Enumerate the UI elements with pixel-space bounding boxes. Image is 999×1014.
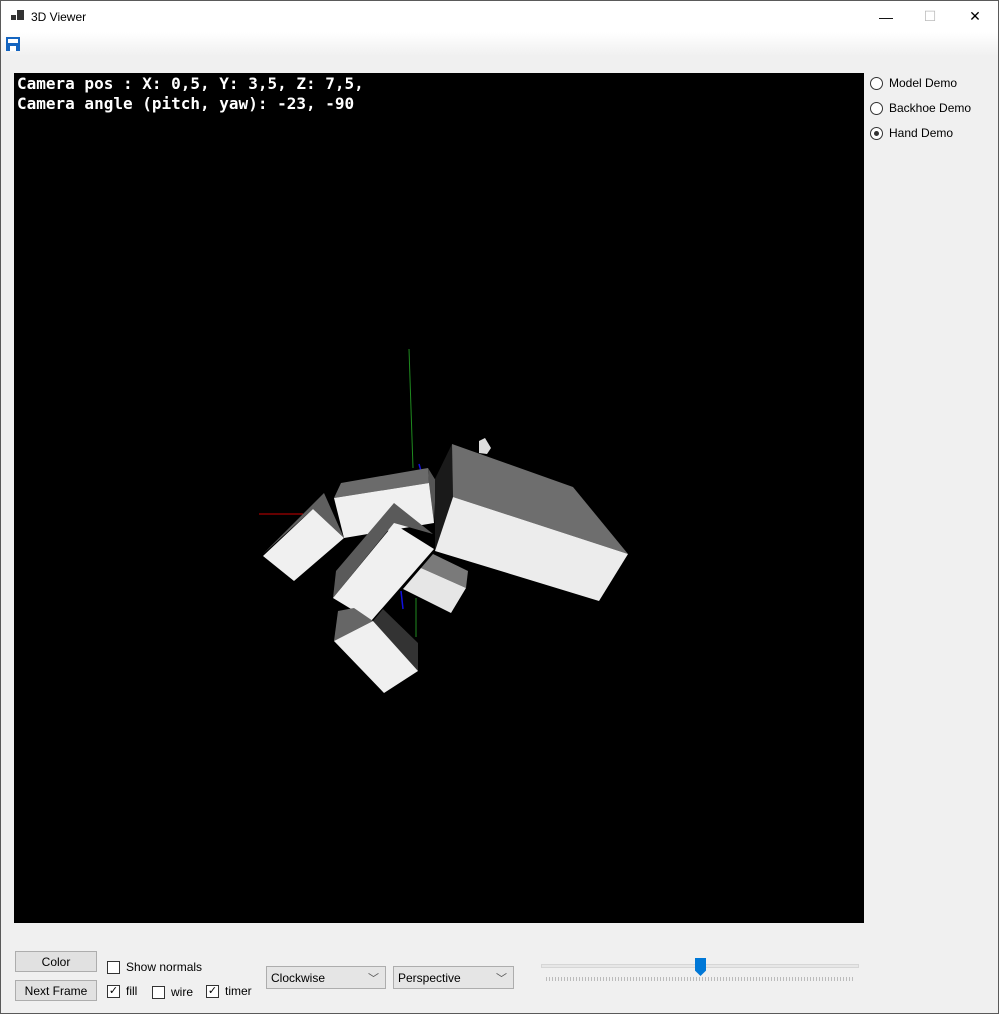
show-normals-checkbox[interactable]: Show normals bbox=[107, 960, 202, 974]
chevron-down-icon: ﹀ bbox=[496, 973, 507, 985]
radio-model-demo[interactable]: Model Demo bbox=[870, 76, 957, 90]
slider-thumb[interactable] bbox=[695, 958, 706, 976]
checkbox-label: timer bbox=[225, 984, 252, 998]
timer-checkbox[interactable]: ✓ timer bbox=[206, 984, 252, 998]
color-button[interactable]: Color bbox=[15, 951, 97, 972]
checkbox-label: Show normals bbox=[126, 960, 203, 974]
checkmark-icon[interactable]: ✓ bbox=[206, 984, 219, 998]
radio-backhoe-demo[interactable]: Backhoe Demo bbox=[870, 101, 971, 115]
maximize-button[interactable]: ☐ bbox=[907, 1, 953, 32]
minimize-button[interactable]: — bbox=[863, 1, 909, 32]
hand-model-scene bbox=[259, 348, 628, 693]
select-value: Clockwise bbox=[271, 970, 326, 985]
y-axis bbox=[408, 348, 414, 469]
radio-label: Hand Demo bbox=[889, 126, 954, 140]
winding-select[interactable]: Clockwise ﹀ bbox=[266, 966, 386, 989]
checkbox-box[interactable] bbox=[152, 985, 165, 999]
radio-label: Backhoe Demo bbox=[889, 101, 972, 115]
radio-circle[interactable] bbox=[870, 101, 883, 115]
save-icon[interactable] bbox=[6, 37, 20, 51]
radio-label: Model Demo bbox=[889, 76, 958, 90]
wire-checkbox[interactable]: wire bbox=[152, 985, 193, 999]
z-axis bbox=[400, 590, 404, 610]
frame-slider[interactable] bbox=[541, 956, 861, 986]
next-frame-button[interactable]: Next Frame bbox=[15, 980, 97, 1001]
title-bar: 3D Viewer — ☐ ✕ bbox=[1, 1, 998, 32]
camera-angle-text: Camera angle (pitch, yaw): -23, -90 bbox=[17, 94, 355, 113]
toolbar bbox=[1, 32, 998, 56]
app-icon bbox=[11, 10, 24, 20]
radio-hand-demo[interactable]: Hand Demo bbox=[870, 126, 953, 140]
checkbox-label: fill bbox=[126, 984, 138, 998]
camera-pos-text: Camera pos : X: 0,5, Y: 3,5, Z: 7,5, bbox=[17, 74, 364, 93]
fill-checkbox[interactable]: ✓ fill bbox=[107, 984, 137, 998]
slider-ticks bbox=[546, 977, 854, 981]
thumb-tip-blob bbox=[479, 438, 491, 454]
camera-info: Camera pos : X: 0,5, Y: 3,5, Z: 7,5, Came… bbox=[17, 74, 364, 114]
close-button[interactable]: ✕ bbox=[952, 1, 998, 32]
checkmark-icon[interactable]: ✓ bbox=[107, 984, 120, 998]
select-value: Perspective bbox=[398, 970, 461, 985]
projection-select[interactable]: Perspective ﹀ bbox=[393, 966, 514, 989]
radio-circle[interactable] bbox=[870, 76, 883, 90]
window-title: 3D Viewer bbox=[31, 10, 87, 24]
checkbox-label: wire bbox=[171, 985, 194, 999]
checkbox-box[interactable] bbox=[107, 960, 120, 974]
3d-viewport[interactable]: Camera pos : X: 0,5, Y: 3,5, Z: 7,5, Came… bbox=[14, 73, 864, 923]
chevron-down-icon: ﹀ bbox=[368, 973, 379, 985]
radio-circle-selected[interactable] bbox=[870, 126, 883, 140]
